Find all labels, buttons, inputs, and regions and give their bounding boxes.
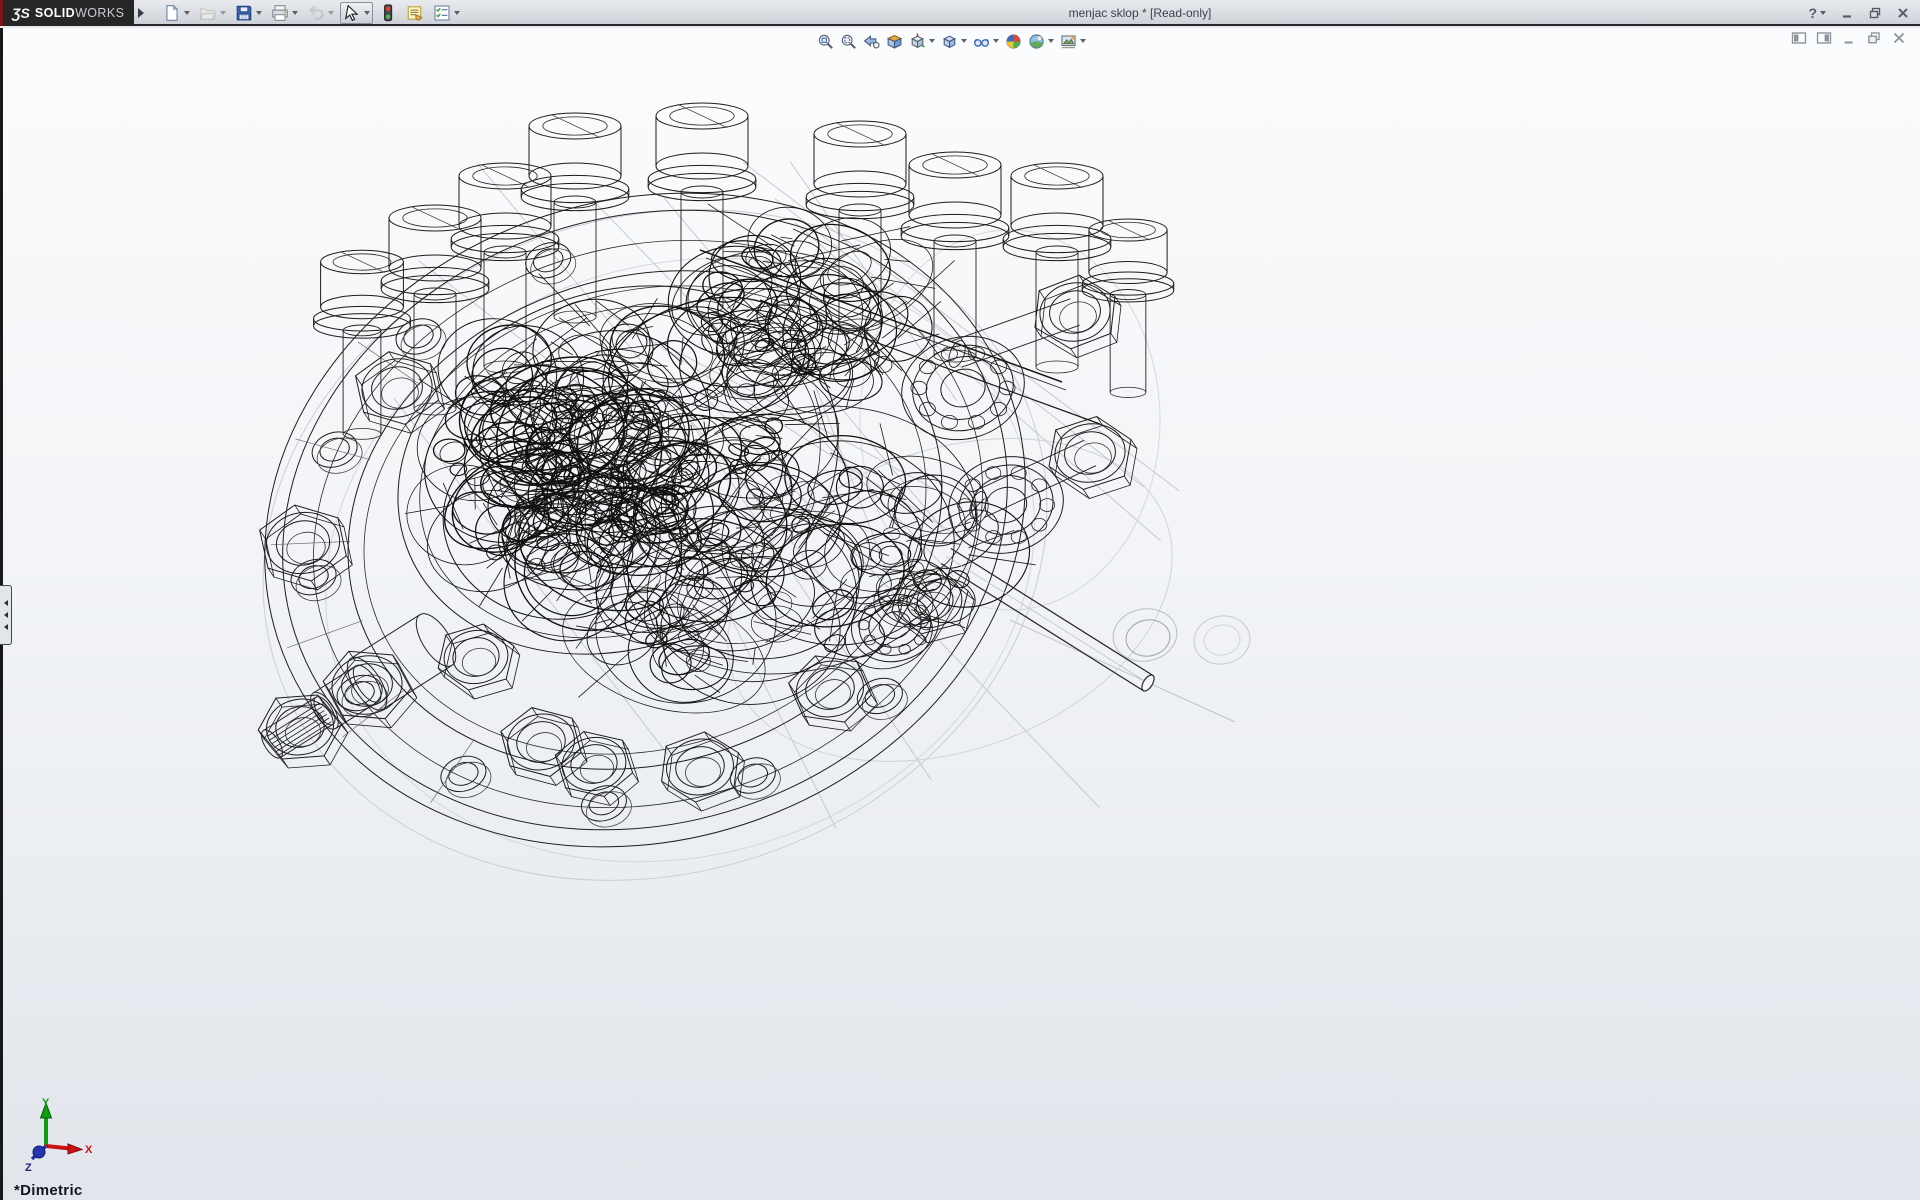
previous-view-icon — [863, 33, 880, 50]
options-icon — [433, 4, 451, 22]
minimize-icon — [1840, 6, 1854, 20]
section-view-button[interactable] — [884, 31, 905, 52]
headsup-view-toolbar — [815, 30, 1088, 52]
document-window-controls — [1789, 30, 1908, 50]
save-dropdown-caret-icon[interactable] — [256, 11, 262, 15]
toggle-display-pane-right-button[interactable] — [1814, 32, 1833, 49]
solidworks-logo: ƷS SOLIDWORKS — [0, 0, 134, 26]
apply-scene-icon — [1028, 33, 1045, 50]
undo-button[interactable] — [304, 2, 337, 24]
restore-icon — [1868, 6, 1882, 20]
collapse-arrow-icon — [4, 600, 8, 606]
zoom-to-fit-icon — [817, 33, 834, 50]
minimize-document-button[interactable] — [1839, 32, 1858, 49]
open-document-button[interactable] — [196, 2, 229, 24]
select-dropdown-caret-icon[interactable] — [364, 11, 370, 15]
feature-manager-collapsed-tab[interactable] — [0, 585, 12, 645]
print-dropdown-caret-icon[interactable] — [292, 11, 298, 15]
rebuild-button[interactable] — [376, 2, 400, 24]
brand-name-bold: SOLID — [35, 6, 75, 20]
options-dropdown-caret-icon[interactable] — [454, 11, 460, 15]
close-document-button[interactable] — [1889, 32, 1908, 49]
window-title: menjac sklop * [Read-only] — [1000, 0, 1280, 26]
help-icon: ? — [1808, 5, 1817, 21]
apply-scene-dropdown-caret-icon[interactable] — [1048, 39, 1054, 43]
display-style-dropdown-caret-icon[interactable] — [961, 39, 967, 43]
hide-show-items-dropdown-caret-icon[interactable] — [993, 39, 999, 43]
file-properties-icon — [406, 4, 424, 22]
zoom-to-area-icon — [840, 33, 857, 50]
window-controls: ? — [1808, 0, 1910, 26]
toolbar-flyout-arrow-icon[interactable] — [138, 8, 144, 18]
view-orientation-dropdown-caret-icon[interactable] — [929, 39, 935, 43]
file-properties-button[interactable] — [403, 2, 427, 24]
rebuild-icon — [379, 4, 397, 22]
wireframe-model — [0, 28, 1920, 1200]
svg-text:Y: Y — [42, 1097, 50, 1109]
orientation-triad[interactable]: Y X Z — [8, 1095, 118, 1185]
section-view-icon — [886, 33, 903, 50]
zoom-to-fit-button[interactable] — [815, 31, 836, 52]
save-icon — [235, 4, 253, 22]
triad-z-axis: Z — [25, 1146, 46, 1174]
view-settings-dropdown-caret-icon[interactable] — [1080, 39, 1086, 43]
hide-show-items-icon — [973, 33, 990, 50]
save-button[interactable] — [232, 2, 265, 24]
brand-name-light: WORKS — [75, 6, 124, 20]
zoom-to-area-button[interactable] — [838, 31, 859, 52]
solidworks-mark-icon: ƷS — [12, 5, 30, 21]
display-style-button[interactable] — [939, 31, 969, 52]
help-dropdown-caret-icon[interactable] — [1820, 11, 1826, 15]
titlebar: ƷS SOLIDWORKS menjac sklop * [Read-only]… — [0, 0, 1920, 26]
graphics-viewport[interactable]: Y X Z *Dimetric — [0, 28, 1920, 1200]
view-orientation-icon — [909, 33, 926, 50]
collapse-arrow-icon — [4, 624, 8, 630]
view-orientation-button[interactable] — [907, 31, 937, 52]
print-icon — [271, 4, 289, 22]
open-document-icon — [199, 4, 217, 22]
apply-scene-button[interactable] — [1026, 31, 1056, 52]
new-document-button[interactable] — [160, 2, 193, 24]
solidworks-window: ƷS SOLIDWORKS menjac sklop * [Read-only]… — [0, 0, 1920, 1200]
logo-accent-bar — [0, 0, 3, 26]
edit-appearance-icon — [1005, 33, 1022, 50]
restore-document-icon — [1866, 30, 1882, 51]
undo-dropdown-caret-icon[interactable] — [328, 11, 334, 15]
restore-document-button[interactable] — [1864, 32, 1883, 49]
select-icon — [343, 4, 361, 22]
new-document-icon — [163, 4, 181, 22]
close-document-icon — [1891, 30, 1907, 51]
edit-appearance-button[interactable] — [1003, 31, 1024, 52]
hide-show-items-button[interactable] — [971, 31, 1001, 52]
new-document-dropdown-caret-icon[interactable] — [184, 11, 190, 15]
undo-icon — [307, 4, 325, 22]
minimize-document-icon — [1841, 30, 1857, 51]
close-window-button[interactable] — [1896, 6, 1910, 20]
print-button[interactable] — [268, 2, 301, 24]
minimize-window-button[interactable] — [1840, 6, 1854, 20]
help-button[interactable]: ? — [1808, 5, 1826, 21]
toggle-display-pane-left-icon — [1791, 30, 1807, 51]
triad-x-axis: X — [46, 1144, 93, 1156]
close-icon — [1896, 6, 1910, 20]
svg-text:X: X — [85, 1144, 93, 1156]
view-settings-icon — [1060, 33, 1077, 50]
restore-window-button[interactable] — [1868, 6, 1882, 20]
collapse-arrow-icon — [4, 612, 8, 618]
select-button[interactable] — [340, 2, 373, 24]
open-document-dropdown-caret-icon[interactable] — [220, 11, 226, 15]
toggle-display-pane-left-button[interactable] — [1789, 32, 1808, 49]
view-orientation-label: *Dimetric — [14, 1182, 83, 1200]
main-toolbar — [160, 1, 463, 25]
display-style-icon — [941, 33, 958, 50]
toggle-display-pane-right-icon — [1816, 30, 1832, 51]
triad-y-axis: Y — [41, 1097, 52, 1146]
view-settings-button[interactable] — [1058, 31, 1088, 52]
options-button[interactable] — [430, 2, 463, 24]
previous-view-button[interactable] — [861, 31, 882, 52]
svg-text:Z: Z — [25, 1162, 32, 1174]
